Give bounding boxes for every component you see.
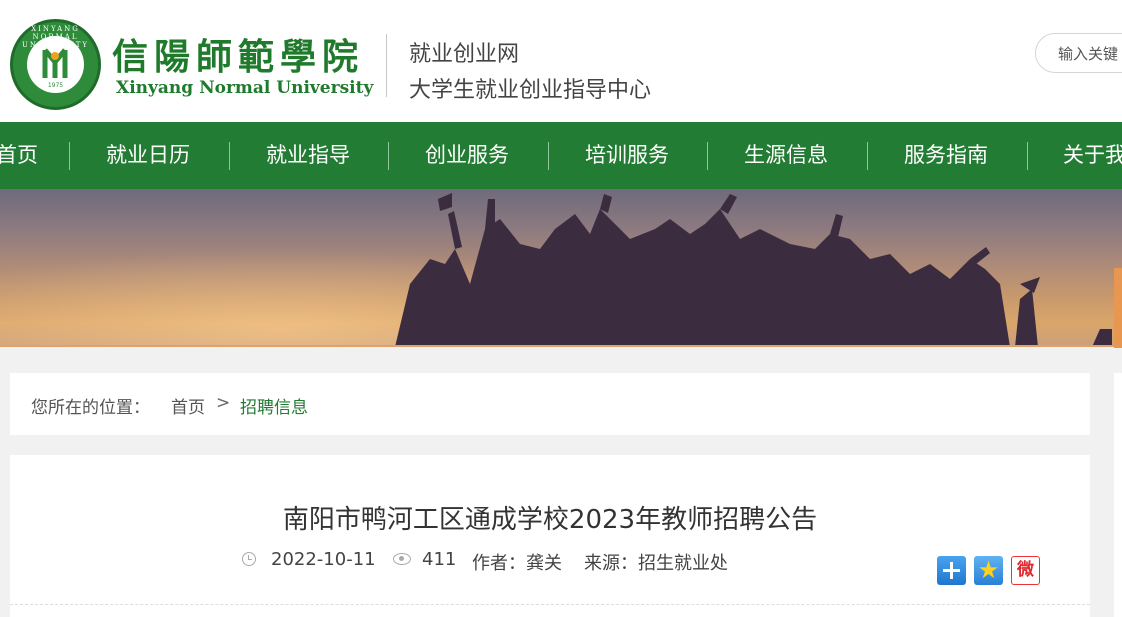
nav-item-students[interactable]: 生源信息 xyxy=(744,122,828,189)
nav-separator xyxy=(69,142,70,170)
nav-item-training[interactable]: 培训服务 xyxy=(585,122,669,189)
breadcrumb-separator: > xyxy=(216,393,231,413)
nav-item-home[interactable]: 首页 xyxy=(0,122,38,189)
article-date: 2022-10-11 xyxy=(271,549,376,570)
site-subtitle: 就业创业网 xyxy=(409,42,520,67)
graduation-banner xyxy=(0,189,1122,347)
favorite-star-icon[interactable]: ★ xyxy=(974,556,1003,585)
search-input[interactable] xyxy=(1035,33,1122,73)
side-float-tab[interactable] xyxy=(1114,268,1122,348)
logo-year: 1975 xyxy=(47,82,64,89)
nav-separator xyxy=(548,142,549,170)
article-divider xyxy=(10,604,1090,605)
main-nav: 首页 就业日历 就业指导 创业服务 培训服务 生源信息 服务指南 关于我 xyxy=(0,122,1122,189)
university-name-en[interactable]: Xinyang Normal University xyxy=(116,78,373,98)
nav-separator xyxy=(1027,142,1028,170)
nav-item-guidance[interactable]: 就业指导 xyxy=(266,122,350,189)
star-glyph: ★ xyxy=(977,556,1000,584)
article-title: 南阳市鸭河工区通成学校2023年教师招聘公告 xyxy=(282,505,818,535)
clock-icon xyxy=(242,552,256,566)
nav-separator xyxy=(707,142,708,170)
article-views: 411 xyxy=(422,549,457,570)
nav-item-about[interactable]: 关于我 xyxy=(1063,122,1122,189)
breadcrumb-current-link[interactable]: 招聘信息 xyxy=(240,393,308,418)
graduates-silhouette-image xyxy=(395,193,1112,347)
nav-item-startup[interactable]: 创业服务 xyxy=(425,122,509,189)
eye-icon xyxy=(393,553,411,565)
nav-item-calendar[interactable]: 就业日历 xyxy=(106,122,190,189)
university-logo[interactable]: XINYANG NORMAL UNIVERSITY 1975 xyxy=(10,19,101,110)
nav-separator xyxy=(388,142,389,170)
header-divider xyxy=(386,34,387,97)
site-header: XINYANG NORMAL UNIVERSITY 1975 信陽師範學院 Xi… xyxy=(0,0,1122,122)
weibo-glyph: 微 xyxy=(1017,560,1034,580)
center-subtitle: 大学生就业创业指导中心 xyxy=(409,78,652,103)
article-author: 作者：龚关 xyxy=(472,553,562,574)
share-plus-icon[interactable] xyxy=(937,556,966,585)
article-source: 来源：招生就业处 xyxy=(584,553,728,574)
breadcrumb-label: 您所在的位置： xyxy=(31,398,150,418)
right-sidebar-edge xyxy=(1114,373,1122,617)
banner-divider xyxy=(0,345,1122,347)
university-name-cn[interactable]: 信陽師範學院 xyxy=(112,28,364,80)
nav-item-service[interactable]: 服务指南 xyxy=(904,122,988,189)
nav-separator xyxy=(867,142,868,170)
breadcrumb: 您所在的位置： 首页 > 招聘信息 xyxy=(10,373,1090,435)
weibo-icon[interactable]: 微 xyxy=(1011,556,1040,585)
nav-separator xyxy=(229,142,230,170)
breadcrumb-home-link[interactable]: 首页 xyxy=(171,393,205,418)
article-card: 南阳市鸭河工区通成学校2023年教师招聘公告 2022-10-11 411 作者… xyxy=(10,455,1090,617)
